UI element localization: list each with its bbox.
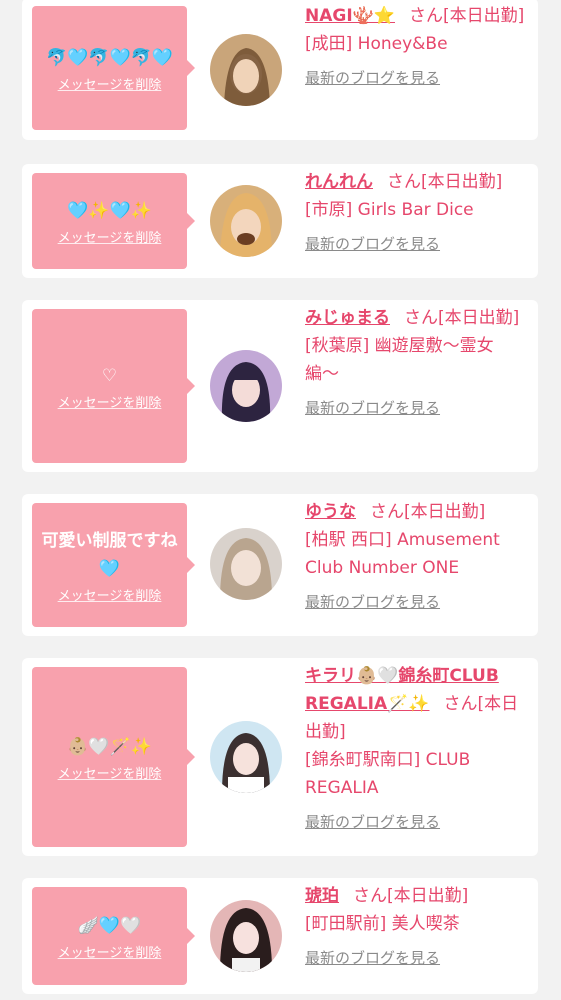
message-text: 👶🏼🤍🪄✨ <box>67 736 152 757</box>
blog-link[interactable]: 最新のブログを見る <box>305 394 440 422</box>
shop-name: [柏駅 西口] Amusement Club Number ONE <box>305 530 500 578</box>
avatar[interactable] <box>210 900 282 972</box>
message-text: 🐬🩵🐬🩵🐬🩵 <box>45 47 173 68</box>
blog-link[interactable]: 最新のブログを見る <box>305 588 440 616</box>
delete-message-link[interactable]: メッセージを削除 <box>58 942 162 961</box>
cast-name-link[interactable]: ゆうな <box>305 502 356 522</box>
cast-info: NAGI🪸⭐️ さん[本日出勤] [成田] Honey&Be 最新のブログを見る <box>305 2 527 92</box>
cast-status: さん[本日出勤] <box>387 172 503 192</box>
avatar[interactable] <box>210 721 282 793</box>
avatar[interactable] <box>210 528 282 600</box>
cast-status: さん[本日出勤] <box>404 308 520 328</box>
message-bubble: 🐬🩵🐬🩵🐬🩵 メッセージを削除 <box>32 6 195 130</box>
message-text: 可愛い制服ですね🩵 <box>41 530 178 579</box>
message-card: ♡ メッセージを削除 みじゅまる さん[本日出勤] [秋葉原] 幽遊屋敷〜霊女編〜… <box>22 300 538 472</box>
cast-name-link[interactable]: みじゅまる <box>305 308 390 328</box>
message-bubble: 🩵✨🩵✨ メッセージを削除 <box>32 173 195 269</box>
avatar[interactable] <box>210 185 282 257</box>
delete-message-link[interactable]: メッセージを削除 <box>58 585 162 604</box>
blog-link[interactable]: 最新のブログを見る <box>305 230 440 258</box>
message-text: 🩵✨🩵✨ <box>67 200 152 221</box>
delete-message-link[interactable]: メッセージを削除 <box>58 392 162 411</box>
cast-status: さん[本日出勤] <box>370 502 486 522</box>
delete-message-link[interactable]: メッセージを削除 <box>58 74 162 93</box>
message-bubble: 👶🏼🤍🪄✨ メッセージを削除 <box>32 667 195 847</box>
message-bubble: 可愛い制服ですね🩵 メッセージを削除 <box>32 503 195 627</box>
shop-name: [錦糸町駅南口] CLUB REGALIA <box>305 750 471 798</box>
message-card: 🐬🩵🐬🩵🐬🩵 メッセージを削除 NAGI🪸⭐️ さん[本日出勤] [成田] Hon… <box>22 0 538 140</box>
blog-link[interactable]: 最新のブログを見る <box>305 64 440 92</box>
avatar[interactable] <box>210 34 282 106</box>
cast-name-link[interactable]: れんれん <box>305 172 373 192</box>
message-card: 🩵✨🩵✨ メッセージを削除 れんれん さん[本日出勤] [市原] Girls Ba… <box>22 164 538 278</box>
cast-info: れんれん さん[本日出勤] [市原] Girls Bar Dice 最新のブログを… <box>305 168 527 258</box>
message-card: 👶🏼🤍🪄✨ メッセージを削除 キラリ👶🏼🤍錦糸町CLUB REGALIA🪄✨ さん… <box>22 658 538 856</box>
cast-info: みじゅまる さん[本日出勤] [秋葉原] 幽遊屋敷〜霊女編〜 最新のブログを見る <box>305 304 527 422</box>
cast-info: 琥珀 さん[本日出勤] [町田駅前] 美人喫茶 最新のブログを見る <box>305 882 527 972</box>
message-text: 🪽🩵🤍 <box>77 915 142 936</box>
blog-link[interactable]: 最新のブログを見る <box>305 808 440 836</box>
cast-status: さん[本日出勤] <box>409 6 525 26</box>
delete-message-link[interactable]: メッセージを削除 <box>58 763 162 782</box>
shop-name: [成田] Honey&Be <box>305 34 448 54</box>
cast-info: キラリ👶🏼🤍錦糸町CLUB REGALIA🪄✨ さん[本日出勤] [錦糸町駅南口]… <box>305 662 527 836</box>
message-card: 🪽🩵🤍 メッセージを削除 琥珀 さん[本日出勤] [町田駅前] 美人喫茶 最新のブ… <box>22 878 538 994</box>
cast-info: ゆうな さん[本日出勤] [柏駅 西口] Amusement Club Numbe… <box>305 498 527 616</box>
avatar[interactable] <box>210 350 282 422</box>
message-bubble: ♡ メッセージを削除 <box>32 309 195 463</box>
cast-status: さん[本日出勤] <box>353 886 469 906</box>
shop-name: [市原] Girls Bar Dice <box>305 200 474 220</box>
message-text: ♡ <box>101 365 118 386</box>
blog-link[interactable]: 最新のブログを見る <box>305 944 440 972</box>
shop-name: [秋葉原] 幽遊屋敷〜霊女編〜 <box>305 336 494 384</box>
message-bubble: 🪽🩵🤍 メッセージを削除 <box>32 887 195 985</box>
cast-name-link[interactable]: NAGI🪸⭐️ <box>305 6 395 26</box>
shop-name: [町田駅前] 美人喫茶 <box>305 914 460 934</box>
cast-name-link[interactable]: 琥珀 <box>305 886 339 906</box>
delete-message-link[interactable]: メッセージを削除 <box>58 227 162 246</box>
message-card: 可愛い制服ですね🩵 メッセージを削除 ゆうな さん[本日出勤] [柏駅 西口] A… <box>22 494 538 636</box>
